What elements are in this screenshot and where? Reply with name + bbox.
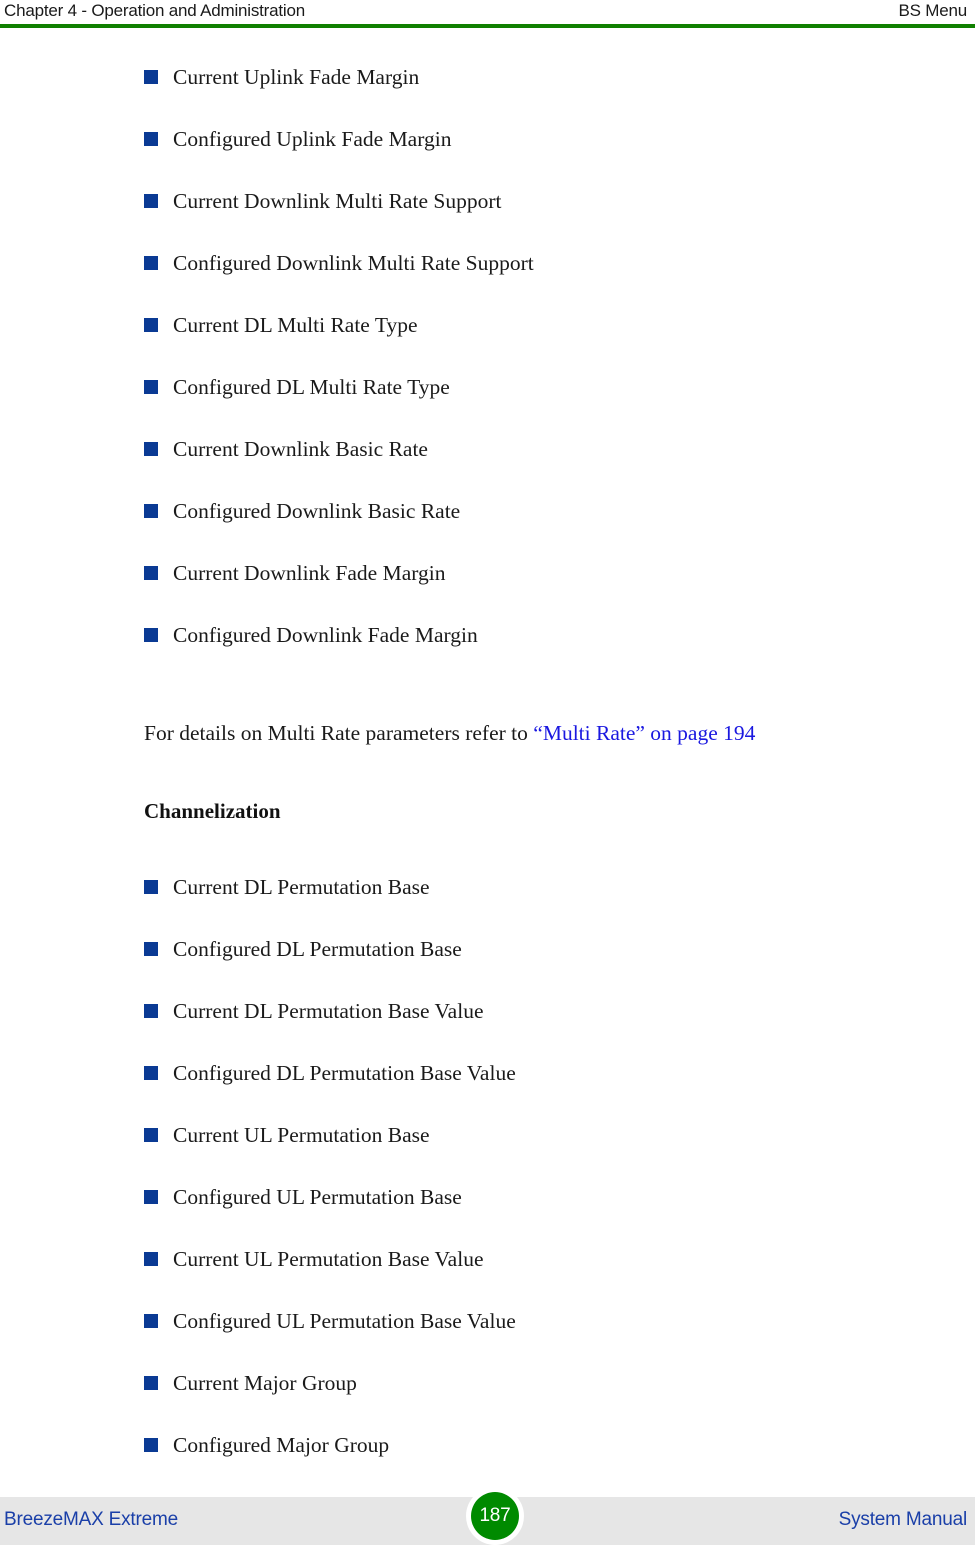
list-item: Configured UL Permutation Base (0, 1182, 975, 1244)
list-item-label: Current Uplink Fade Margin (173, 65, 420, 89)
list-item-label: Current Downlink Fade Margin (173, 561, 446, 585)
list-item-label: Current UL Permutation Base Value (173, 1247, 484, 1271)
list-item-label: Current DL Permutation Base Value (173, 999, 484, 1023)
square-bullet-icon (144, 256, 158, 270)
list-item-label: Configured Downlink Multi Rate Support (173, 251, 534, 275)
multi-rate-parameter-list: Current Uplink Fade Margin Configured Up… (0, 62, 975, 682)
square-bullet-icon (144, 566, 158, 580)
list-item: Configured Downlink Multi Rate Support (0, 248, 975, 310)
list-item-label: Current Downlink Multi Rate Support (173, 189, 502, 213)
list-item-label: Configured Major Group (173, 1433, 390, 1457)
list-item: Current DL Multi Rate Type (0, 310, 975, 372)
list-item: Configured Major Group (0, 1430, 975, 1492)
header-chapter-title: Chapter 4 - Operation and Administration (4, 1, 306, 20)
square-bullet-icon (144, 1004, 158, 1018)
list-item-label: Current DL Multi Rate Type (173, 313, 418, 337)
list-item-label: Configured Downlink Fade Margin (173, 623, 478, 647)
page-number-badge: 187 (466, 1487, 524, 1545)
list-item: Configured Uplink Fade Margin (0, 124, 975, 186)
list-item: Current Downlink Basic Rate (0, 434, 975, 496)
footer-document-title: System Manual (838, 1509, 968, 1530)
list-item: Current DL Permutation Base Value (0, 996, 975, 1058)
square-bullet-icon (144, 1066, 158, 1080)
list-item: Configured Downlink Fade Margin (0, 620, 975, 682)
square-bullet-icon (144, 1128, 158, 1142)
square-bullet-icon (144, 318, 158, 332)
list-item-label: Configured Uplink Fade Margin (173, 127, 452, 151)
list-item: Current Downlink Fade Margin (0, 558, 975, 620)
list-item: Current Uplink Fade Margin (0, 62, 975, 124)
square-bullet-icon (144, 442, 158, 456)
list-item-label: Configured DL Permutation Base Value (173, 1061, 516, 1085)
list-item: Current UL Permutation Base Value (0, 1244, 975, 1306)
header-divider-rule (0, 24, 975, 28)
square-bullet-icon (144, 70, 158, 84)
list-item-label: Current DL Permutation Base (173, 875, 430, 899)
page-content: Current Uplink Fade Margin Configured Up… (0, 62, 975, 1492)
square-bullet-icon (144, 1252, 158, 1266)
square-bullet-icon (144, 380, 158, 394)
list-item-label: Configured UL Permutation Base Value (173, 1309, 516, 1333)
multi-rate-reference-paragraph: For details on Multi Rate parameters ref… (0, 718, 975, 748)
list-item-label: Configured DL Permutation Base (173, 937, 462, 961)
list-item-label: Current UL Permutation Base (173, 1123, 430, 1147)
list-item: Current Major Group (0, 1368, 975, 1430)
list-item-label: Current Downlink Basic Rate (173, 437, 428, 461)
page-number-label: 187 (479, 1505, 511, 1526)
square-bullet-icon (144, 1438, 158, 1452)
running-header: Chapter 4 - Operation and Administration… (0, 0, 975, 26)
list-item-label: Configured DL Multi Rate Type (173, 375, 450, 399)
square-bullet-icon (144, 1376, 158, 1390)
square-bullet-icon (144, 880, 158, 894)
square-bullet-icon (144, 1314, 158, 1328)
list-item-label: Configured Downlink Basic Rate (173, 499, 461, 523)
square-bullet-icon (144, 132, 158, 146)
list-item: Current UL Permutation Base (0, 1120, 975, 1182)
paragraph-text: For details on Multi Rate parameters ref… (144, 721, 534, 745)
list-item-label: Current Major Group (173, 1371, 357, 1395)
list-item: Configured DL Permutation Base (0, 934, 975, 996)
channelization-parameter-list: Current DL Permutation Base Configured D… (0, 872, 975, 1492)
page-number-disc: 187 (471, 1492, 519, 1540)
list-item: Configured DL Multi Rate Type (0, 372, 975, 434)
list-item: Current Downlink Multi Rate Support (0, 186, 975, 248)
footer-product-name: BreezeMAX Extreme (4, 1509, 178, 1530)
header-section-title: BS Menu (898, 1, 967, 20)
square-bullet-icon (144, 194, 158, 208)
square-bullet-icon (144, 628, 158, 642)
square-bullet-icon (144, 504, 158, 518)
list-item: Current DL Permutation Base (0, 872, 975, 934)
list-item-label: Configured UL Permutation Base (173, 1185, 462, 1209)
square-bullet-icon (144, 942, 158, 956)
multi-rate-cross-reference-link[interactable]: “Multi Rate” on page 194 (533, 721, 755, 745)
list-item: Configured UL Permutation Base Value (0, 1306, 975, 1368)
list-item: Configured Downlink Basic Rate (0, 496, 975, 558)
square-bullet-icon (144, 1190, 158, 1204)
list-item: Configured DL Permutation Base Value (0, 1058, 975, 1120)
channelization-heading: Channelization (144, 799, 281, 823)
